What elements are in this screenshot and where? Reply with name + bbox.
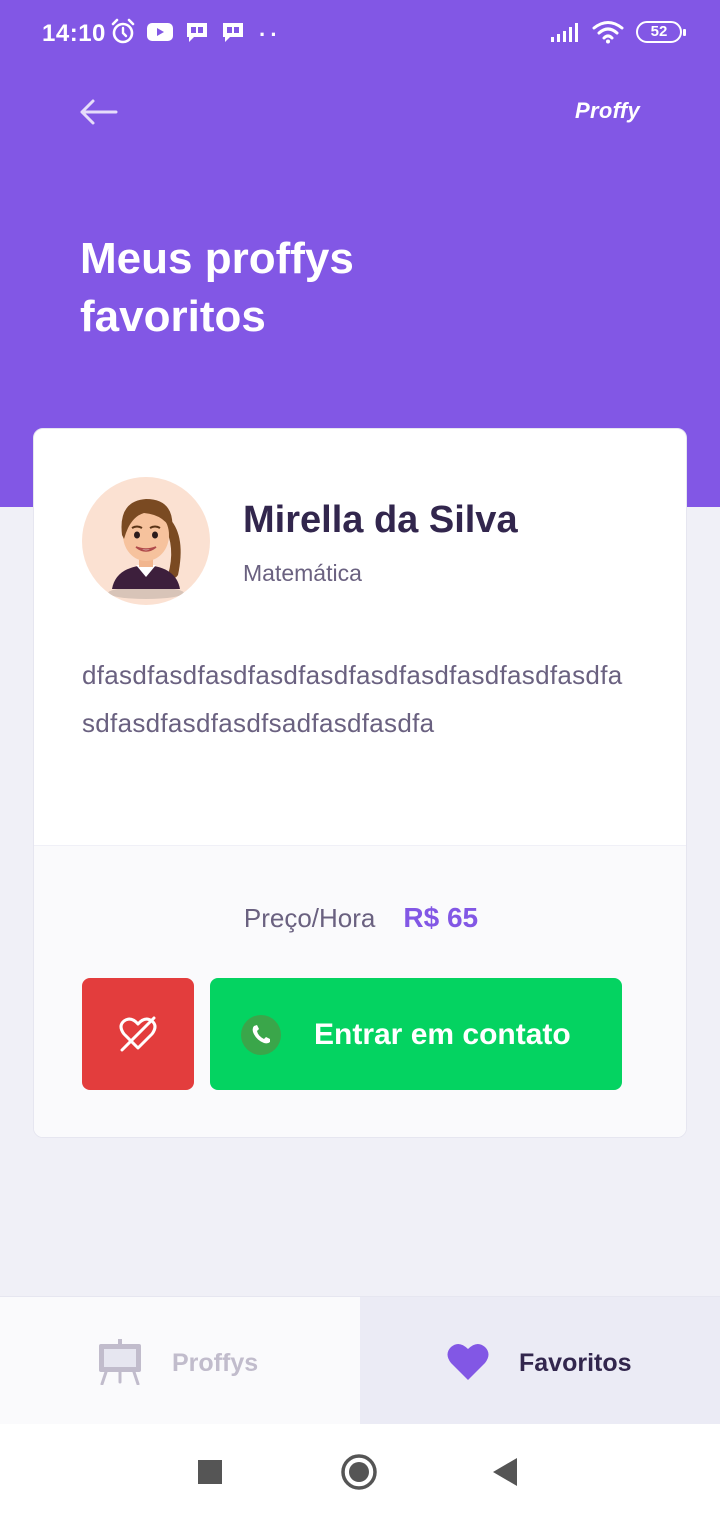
brand-logo: Proffy (575, 98, 640, 123)
battery-icon: 52 (636, 21, 686, 43)
back-triangle-icon[interactable] (493, 1458, 519, 1486)
price-row: Preço/Hora R$ 65 (34, 902, 686, 934)
tab-favoritos[interactable]: Favoritos (360, 1297, 720, 1425)
alarm-icon (111, 18, 135, 44)
chat-icon (223, 23, 243, 42)
teacher-bio: dfasdfasdfasdfasdfasdfasdfasdfasdfasdfas… (82, 660, 623, 738)
contact-button-label: Entrar em contato (314, 1018, 571, 1051)
page-title: Meus proffys favoritos (80, 234, 354, 341)
unfavorite-button[interactable] (82, 978, 194, 1090)
card-footer: Preço/Hora R$ 65 Entrar em contato (34, 845, 686, 1137)
bottom-tab-bar: Proffys Favoritos (0, 1296, 720, 1425)
teacher-name: Mirella da Silva (243, 499, 518, 541)
back-button[interactable] (78, 96, 118, 128)
tab-proffys[interactable]: Proffys (0, 1297, 360, 1425)
price-value: R$ 65 (403, 902, 479, 933)
recents-square-icon[interactable] (198, 1460, 222, 1484)
price-label: Preço/Hora (243, 902, 376, 933)
tab-proffys-label: Proffys (172, 1349, 259, 1377)
notification-icons (110, 18, 246, 46)
youtube-icon (147, 23, 173, 41)
signal-icon (551, 23, 578, 42)
easel-icon (99, 1339, 141, 1385)
more-notifications-dots: ·· (259, 22, 282, 47)
system-nav-bar (0, 1424, 720, 1520)
teacher-card: Mirella da Silva Matemática dfasdfasdfas… (33, 428, 687, 1138)
whatsapp-icon (241, 1015, 281, 1055)
chat-icon (187, 23, 207, 42)
heart-icon (447, 1343, 489, 1380)
wifi-icon (592, 21, 624, 44)
home-circle-icon[interactable] (340, 1453, 378, 1491)
status-bar: 14:10 ·· 52 (0, 0, 720, 70)
heart-broken-outline-icon (119, 1016, 157, 1052)
teacher-subject: Matemática (243, 560, 362, 586)
arrow-left-icon (80, 99, 118, 125)
contact-button[interactable]: Entrar em contato (210, 978, 622, 1090)
status-time: 14:10 (42, 20, 106, 47)
tab-favoritos-label: Favoritos (519, 1349, 632, 1377)
teacher-avatar (82, 477, 210, 605)
